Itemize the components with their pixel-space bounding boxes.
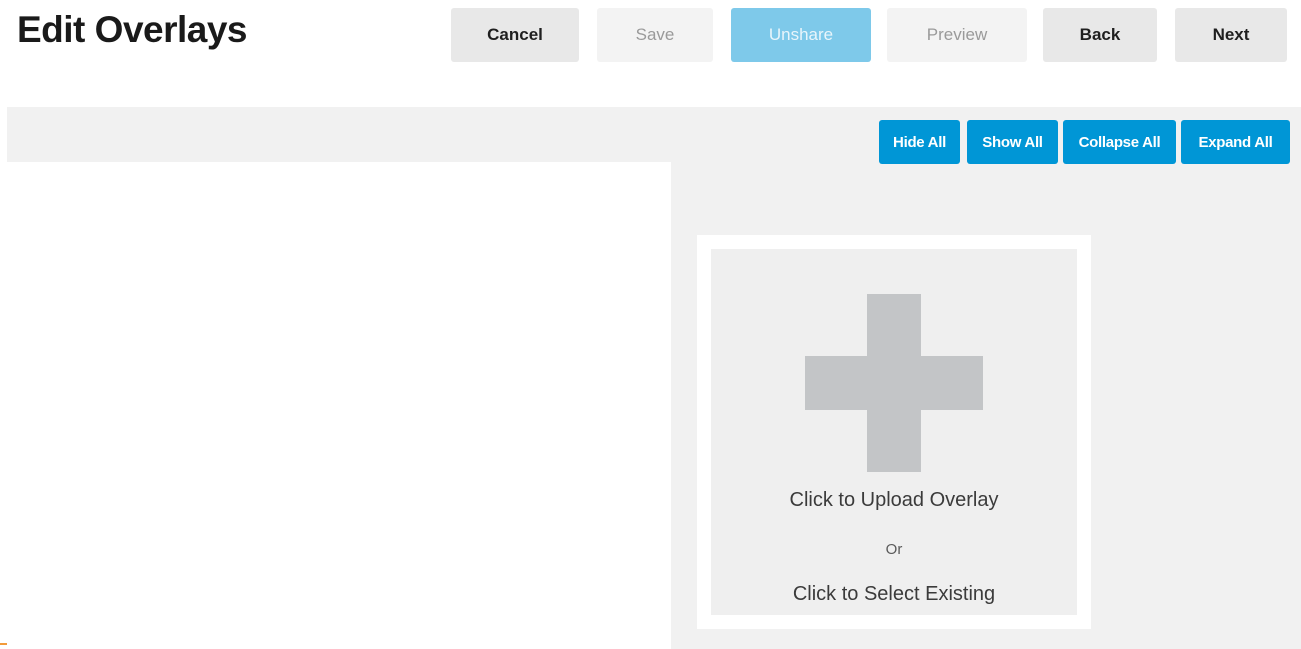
expand-all-button[interactable]: Expand All xyxy=(1181,120,1290,164)
show-all-button[interactable]: Show All xyxy=(967,120,1058,164)
save-button[interactable]: Save xyxy=(597,8,713,62)
corner-marker xyxy=(0,643,7,645)
select-existing-link[interactable]: Click to Select Existing xyxy=(711,583,1077,606)
cancel-button[interactable]: Cancel xyxy=(451,8,579,62)
hide-all-button[interactable]: Hide All xyxy=(879,120,960,164)
upload-overlay-dropzone[interactable]: Click to Upload Overlay Or Click to Sele… xyxy=(711,249,1077,615)
upload-overlay-link[interactable]: Click to Upload Overlay xyxy=(711,489,1077,512)
preview-button[interactable]: Preview xyxy=(887,8,1027,62)
page-title: Edit Overlays xyxy=(17,9,248,50)
collapse-all-button[interactable]: Collapse All xyxy=(1063,120,1176,164)
upload-overlay-card: Click to Upload Overlay Or Click to Sele… xyxy=(697,235,1091,629)
next-button[interactable]: Next xyxy=(1175,8,1287,62)
or-separator: Or xyxy=(885,541,903,558)
back-button[interactable]: Back xyxy=(1043,8,1157,62)
unshare-button[interactable]: Unshare xyxy=(731,8,871,62)
